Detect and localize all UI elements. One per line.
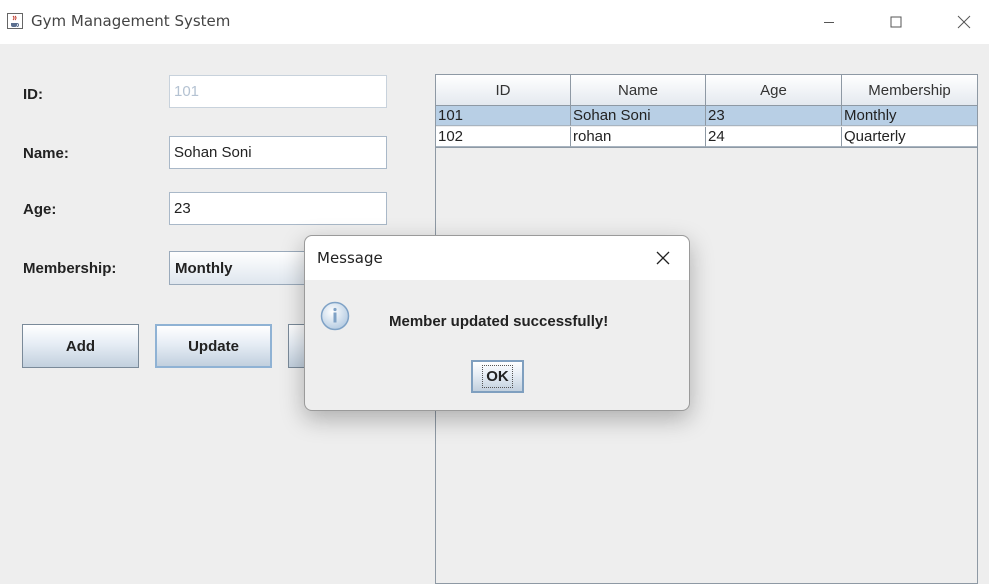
name-label: Name: (23, 145, 69, 162)
cell-name: rohan (571, 127, 706, 147)
id-field[interactable] (169, 75, 387, 108)
cell-membership: Quarterly (842, 127, 977, 147)
minimize-button[interactable] (806, 6, 852, 38)
ok-button-label: OK (482, 365, 513, 388)
message-dialog: Message Member updated successfully! OK (304, 235, 690, 411)
close-icon (957, 15, 971, 29)
dialog-title: Message (317, 249, 383, 267)
column-header-id[interactable]: ID (436, 75, 571, 105)
column-header-membership[interactable]: Membership (842, 75, 977, 105)
membership-selected-value: Monthly (175, 260, 233, 277)
dialog-message: Member updated successfully! (389, 313, 609, 330)
dialog-close-button[interactable] (651, 246, 675, 270)
membership-label: Membership: (23, 260, 117, 277)
table-row[interactable]: 101 Sohan Soni 23 Monthly (436, 106, 977, 126)
column-header-age[interactable]: Age (706, 75, 842, 105)
cell-id: 101 (436, 106, 571, 126)
table-header: ID Name Age Membership (436, 75, 977, 106)
age-field[interactable] (169, 192, 387, 225)
window-titlebar: Gym Management System (0, 0, 989, 44)
minimize-icon (824, 22, 834, 23)
age-label: Age: (23, 201, 57, 218)
cell-membership: Monthly (842, 106, 977, 126)
cell-age: 23 (706, 106, 842, 126)
column-header-name[interactable]: Name (571, 75, 706, 105)
name-field[interactable] (169, 136, 387, 169)
ok-button[interactable]: OK (471, 360, 524, 393)
window-title: Gym Management System (31, 12, 231, 30)
id-label: ID: (23, 86, 43, 103)
maximize-icon (890, 16, 902, 28)
cell-id: 102 (436, 127, 571, 147)
close-button[interactable] (941, 6, 987, 38)
close-icon (656, 251, 670, 265)
dialog-titlebar: Message (305, 236, 689, 280)
cell-name: Sohan Soni (571, 106, 706, 126)
cell-age: 24 (706, 127, 842, 147)
add-button[interactable]: Add (22, 324, 139, 368)
info-icon (320, 301, 350, 331)
maximize-button[interactable] (873, 6, 919, 38)
java-coffee-icon (7, 13, 23, 29)
update-button[interactable]: Update (155, 324, 272, 368)
table-row[interactable]: 102 rohan 24 Quarterly (436, 127, 977, 148)
